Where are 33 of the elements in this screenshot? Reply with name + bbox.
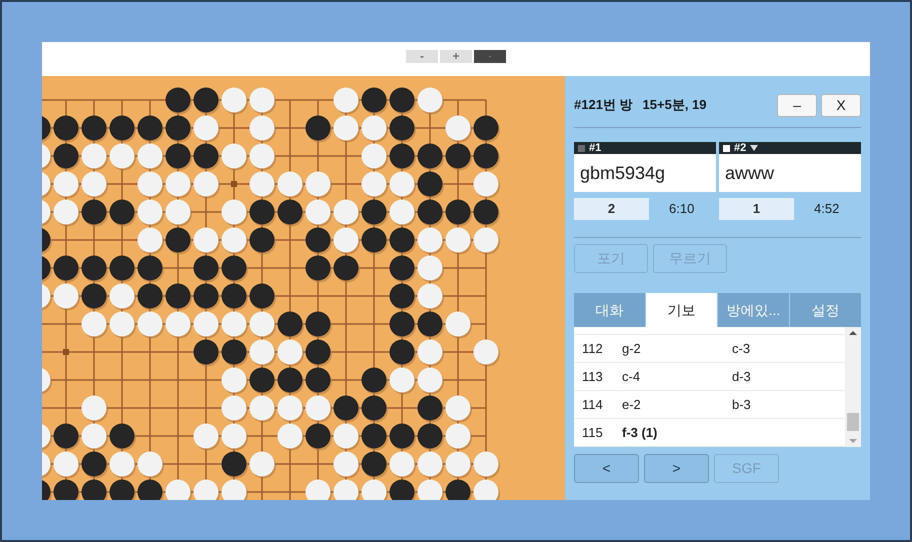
scrollbar[interactable]	[845, 327, 861, 447]
nav-button[interactable]: >	[644, 454, 709, 483]
move-number: 112	[582, 340, 604, 358]
close-button[interactable]: X	[821, 94, 861, 116]
room-title: #121번 방	[574, 96, 633, 114]
tab[interactable]: 설정	[790, 293, 861, 327]
player-time: 4:52	[814, 200, 840, 218]
room-settings: 15+5분, 19	[642, 96, 707, 114]
move-notation: c-4	[622, 368, 642, 386]
player-name: gbm5934g	[574, 154, 716, 192]
move-number: 113	[582, 368, 604, 386]
minimize-button[interactable]: –	[777, 94, 817, 116]
captures-count: 2	[574, 198, 649, 220]
zoom-button[interactable]: -	[474, 50, 506, 62]
move-notation: c-3	[732, 340, 750, 358]
tab[interactable]: 기보	[646, 293, 717, 327]
captures-count: 1	[719, 198, 794, 220]
move-number: 114	[582, 396, 604, 414]
move-notation: g-2	[622, 340, 642, 358]
player-name: awww	[719, 154, 861, 192]
zoom-button[interactable]: +	[440, 50, 472, 62]
nav-button[interactable]: <	[574, 454, 639, 483]
move-notation: b-3	[732, 396, 751, 414]
player-label: #1	[589, 142, 602, 154]
move-notation: d-3	[732, 368, 751, 386]
tab[interactable]: 방에있...	[718, 293, 789, 327]
player-label: #2	[734, 142, 746, 154]
player-time: 6:10	[669, 200, 694, 218]
tab[interactable]: 대화	[574, 293, 645, 327]
zoom-button[interactable]: -	[406, 50, 438, 62]
move-notation: f-3 (1)	[622, 424, 658, 442]
move-number: 115	[582, 424, 604, 442]
move-notation: e-2	[622, 396, 642, 414]
